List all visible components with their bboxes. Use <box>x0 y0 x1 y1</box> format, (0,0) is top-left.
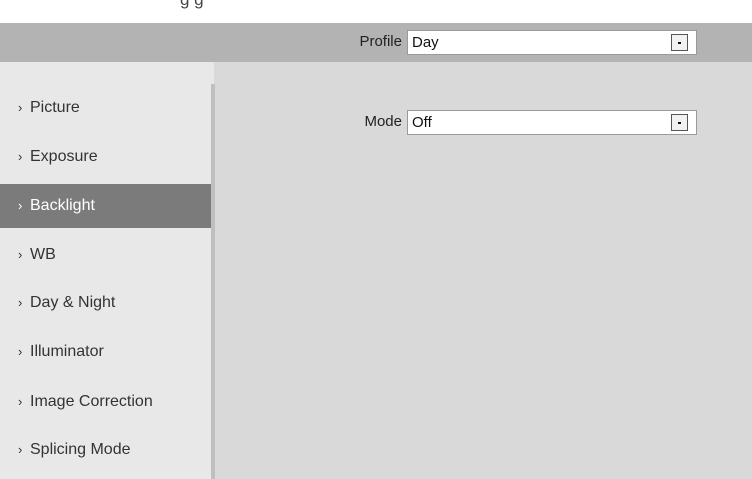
sidebar-item-label: WB <box>30 246 56 263</box>
mode-label: Mode <box>364 113 402 130</box>
bullet-icon: › <box>18 344 23 359</box>
sidebar-item-label: Picture <box>30 99 80 116</box>
chevron-down-icon[interactable] <box>671 34 688 51</box>
sidebar-item-day-night[interactable]: › Day & Night <box>0 281 211 325</box>
mode-select[interactable]: Off <box>407 110 697 135</box>
sidebar-item-label: Image Correction <box>30 393 153 410</box>
bullet-icon: › <box>18 100 23 115</box>
sidebar-item-wb[interactable]: › WB <box>0 233 211 277</box>
sidebar-item-label: Illuminator <box>30 343 104 360</box>
chevron-down-icon[interactable] <box>671 114 688 131</box>
bullet-icon: › <box>18 149 23 164</box>
sidebar-item-label: Backlight <box>30 197 95 214</box>
sidebar-item-splicing-mode[interactable]: › Splicing Mode <box>0 428 211 472</box>
mode-select-value: Off <box>412 114 432 131</box>
sidebar-item-label: Exposure <box>30 148 98 165</box>
sidebar-item-label: Day & Night <box>30 294 116 311</box>
sidebar-item-exposure[interactable]: › Exposure <box>0 135 211 179</box>
sidebar-item-illuminator[interactable]: › Illuminator <box>0 330 211 374</box>
profile-select-value: Day <box>412 34 439 51</box>
bullet-icon: › <box>18 198 23 213</box>
bullet-icon: › <box>18 394 23 409</box>
sidebar-item-image-correction[interactable]: › Image Correction <box>0 380 211 424</box>
bullet-icon: › <box>18 442 23 457</box>
profile-select[interactable]: Day <box>407 30 697 55</box>
top-strip-text: g g <box>180 0 204 10</box>
profile-label: Profile <box>359 33 402 50</box>
sidebar-item-picture[interactable]: › Picture <box>0 86 211 130</box>
top-header-strip: g g <box>0 0 752 23</box>
sidebar-item-backlight[interactable]: › Backlight <box>0 184 211 228</box>
bullet-icon: › <box>18 247 23 262</box>
sidebar-item-label: Splicing Mode <box>30 441 131 458</box>
sidebar-divider <box>211 84 215 479</box>
bullet-icon: › <box>18 295 23 310</box>
